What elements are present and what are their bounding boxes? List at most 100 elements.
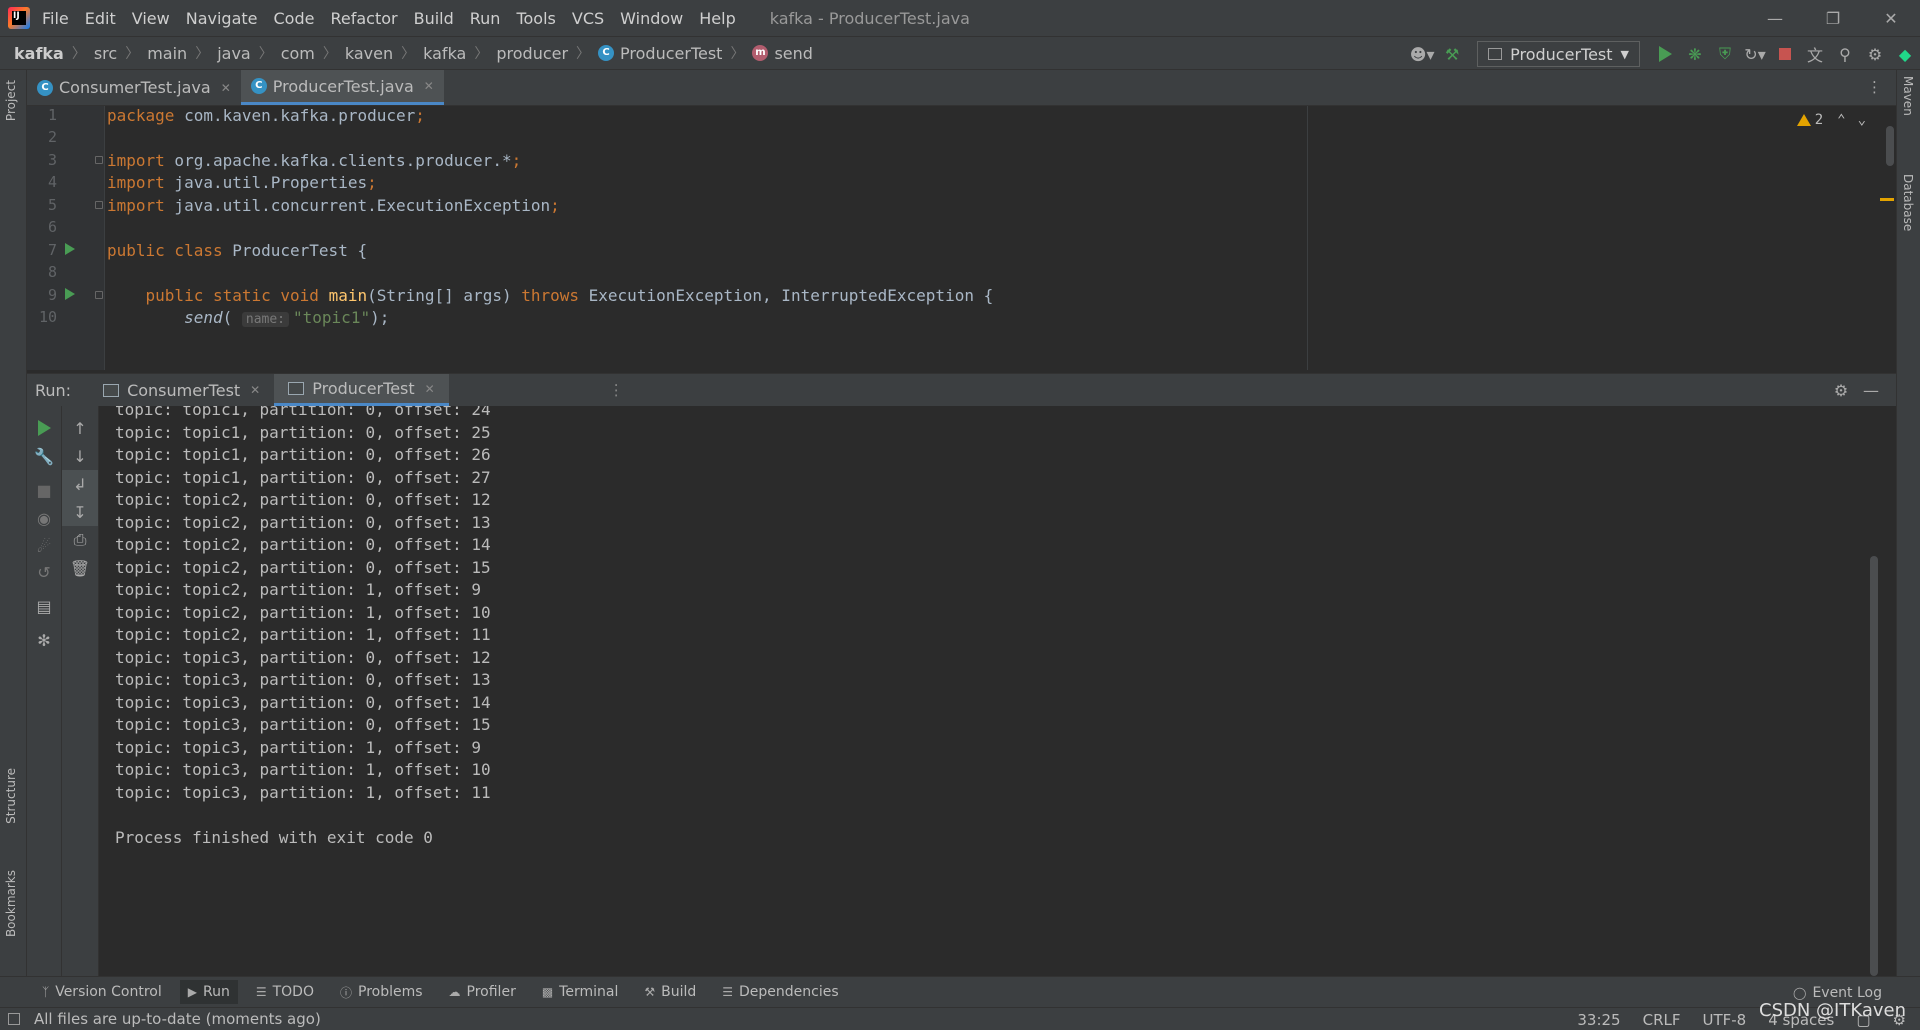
- close-icon[interactable]: ✕: [424, 79, 434, 93]
- close-window-icon[interactable]: ✕: [1862, 0, 1920, 36]
- coverage-icon[interactable]: ⛨: [1710, 39, 1740, 69]
- menu-navigate[interactable]: Navigate: [186, 9, 258, 28]
- profile-icon[interactable]: ↻▾: [1740, 39, 1770, 69]
- restore-icon[interactable]: ❐: [1804, 0, 1862, 36]
- gear-icon[interactable]: ⚙: [1860, 39, 1890, 69]
- breadcrumb-producer[interactable]: producer: [496, 44, 568, 63]
- project-tool-button[interactable]: Project: [4, 80, 18, 121]
- breadcrumb-com[interactable]: com: [281, 44, 315, 63]
- breadcrumb-src[interactable]: src: [94, 44, 117, 63]
- breadcrumb-class[interactable]: C ProducerTest: [598, 44, 722, 63]
- menu-tools[interactable]: Tools: [516, 9, 555, 28]
- tool-problems[interactable]: ⓘ Problems: [340, 984, 423, 1001]
- trash-icon[interactable]: 🗑: [62, 554, 98, 582]
- console-icon: [103, 383, 120, 397]
- hammer-icon[interactable]: ⚒: [1437, 39, 1467, 69]
- menu-build[interactable]: Build: [414, 9, 454, 28]
- chevron-down-icon[interactable]: ⌄: [1858, 112, 1866, 128]
- arrow-up-icon[interactable]: ↑: [62, 414, 98, 442]
- menu-run[interactable]: Run: [470, 9, 501, 28]
- run-tab-consumertest[interactable]: ConsumerTest ✕: [89, 374, 274, 406]
- console-scrollbar[interactable]: [1870, 556, 1878, 976]
- menu-code[interactable]: Code: [274, 9, 315, 28]
- tool-version-control[interactable]: ᛉ Version Control: [42, 984, 162, 1000]
- line-number: 1: [47, 106, 57, 124]
- user-icon[interactable]: ☻▾: [1407, 39, 1437, 69]
- print-icon[interactable]: ⎙: [62, 526, 98, 554]
- run-gutter-icon[interactable]: [65, 243, 75, 255]
- run-tab-producertest[interactable]: ProducerTest ✕: [274, 374, 449, 406]
- wrench-icon[interactable]: 🔧: [27, 442, 61, 470]
- inspection-widget[interactable]: 2 ⌃ ⌄: [1796, 112, 1866, 128]
- file-encoding[interactable]: UTF-8: [1702, 1011, 1746, 1029]
- arrow-down-icon[interactable]: ↓: [62, 442, 98, 470]
- tool-dependencies[interactable]: ☰ Dependencies: [722, 984, 838, 1000]
- maven-tool-button[interactable]: Maven: [1901, 76, 1915, 116]
- breadcrumb-kaven[interactable]: kaven: [345, 44, 393, 63]
- more-icon[interactable]: ⋮: [609, 374, 624, 406]
- close-icon[interactable]: ✕: [221, 81, 231, 95]
- fold-icon[interactable]: [95, 156, 103, 164]
- search-icon[interactable]: ⚲: [1830, 39, 1860, 69]
- menu-window[interactable]: Window: [620, 9, 683, 28]
- bug-icon[interactable]: ☄: [27, 532, 61, 560]
- more-tabs-icon[interactable]: ⋮: [1867, 78, 1882, 96]
- menu-file[interactable]: File: [42, 9, 69, 28]
- menu-edit[interactable]: Edit: [85, 9, 116, 28]
- warning-stripe[interactable]: [1880, 198, 1894, 201]
- tab-consumertest-java[interactable]: C ConsumerTest.java ✕: [27, 70, 241, 105]
- toggle-tool-windows-icon[interactable]: [8, 1013, 20, 1025]
- breadcrumb-project[interactable]: kafka: [14, 44, 64, 63]
- code-editor[interactable]: 1 2 3 4 5 6 7 8 9 10 package com.kaven.k…: [27, 106, 1896, 370]
- tool-todo[interactable]: ☰ TODO: [256, 984, 314, 1000]
- translate-icon[interactable]: 文: [1800, 39, 1830, 69]
- breadcrumb-java[interactable]: java: [217, 44, 251, 63]
- structure-tool-button[interactable]: Structure: [4, 768, 18, 824]
- scrollbar-thumb[interactable]: [1886, 126, 1894, 166]
- breadcrumb-kafka[interactable]: kafka: [423, 44, 466, 63]
- fold-icon[interactable]: [95, 201, 103, 209]
- breadcrumb-method[interactable]: m send: [752, 44, 813, 63]
- console-line: topic: topic2, partition: 1, offset: 11: [115, 625, 491, 644]
- tool-terminal[interactable]: ▩ Terminal: [542, 984, 619, 1000]
- scroll-to-end-icon[interactable]: ↧: [62, 498, 98, 526]
- rerun-icon[interactable]: [27, 414, 61, 442]
- layout-icon[interactable]: ▤: [27, 592, 61, 620]
- debug-icon[interactable]: ❋: [1680, 39, 1710, 69]
- chevron-up-icon[interactable]: ⌃: [1837, 112, 1845, 128]
- camera-icon[interactable]: ◉: [27, 504, 61, 532]
- console-output[interactable]: topic: topic1, partition: 0, offset: 24 …: [99, 406, 1878, 976]
- exit-icon[interactable]: ↺: [27, 558, 61, 586]
- soft-wrap-icon[interactable]: ↲: [62, 470, 98, 498]
- minimize-icon[interactable]: —: [1746, 0, 1804, 36]
- menu-vcs[interactable]: VCS: [572, 9, 604, 28]
- hide-panel-icon[interactable]: —: [1856, 376, 1886, 406]
- menu-help[interactable]: Help: [699, 9, 735, 28]
- profiler-icon: ☁: [448, 985, 461, 999]
- stop-icon[interactable]: [1770, 39, 1800, 69]
- run-config-selector[interactable]: ProducerTest ▼: [1477, 41, 1640, 67]
- menu-refactor[interactable]: Refactor: [330, 9, 397, 28]
- bookmarks-tool-button[interactable]: Bookmarks: [4, 870, 18, 937]
- keyword: import: [107, 196, 165, 215]
- run-gutter-icon[interactable]: [65, 288, 75, 300]
- menu-view[interactable]: View: [132, 9, 170, 28]
- breadcrumb-main[interactable]: main: [147, 44, 187, 63]
- close-icon[interactable]: ✕: [250, 383, 260, 397]
- tool-run[interactable]: ▶ Run: [179, 980, 238, 1004]
- line-number: 7: [47, 241, 57, 259]
- stop-icon[interactable]: ■: [27, 476, 61, 504]
- tool-profiler[interactable]: ☁ Profiler: [449, 984, 516, 1000]
- database-tool-button[interactable]: Database: [1901, 174, 1915, 231]
- run-icon[interactable]: [1650, 39, 1680, 69]
- close-icon[interactable]: ✕: [425, 382, 435, 396]
- pin-icon[interactable]: ✻: [27, 626, 61, 654]
- fold-icon[interactable]: [95, 291, 103, 299]
- editor-scrollbar[interactable]: [1880, 106, 1896, 370]
- jetbrains-toolbox-icon[interactable]: ◆: [1890, 39, 1920, 69]
- tool-build[interactable]: ⚒ Build: [644, 984, 696, 1000]
- caret-position[interactable]: 33:25: [1577, 1011, 1620, 1029]
- line-separator[interactable]: CRLF: [1643, 1011, 1681, 1029]
- gear-icon[interactable]: ⚙: [1826, 376, 1856, 406]
- tab-producertest-java[interactable]: C ProducerTest.java ✕: [240, 70, 444, 105]
